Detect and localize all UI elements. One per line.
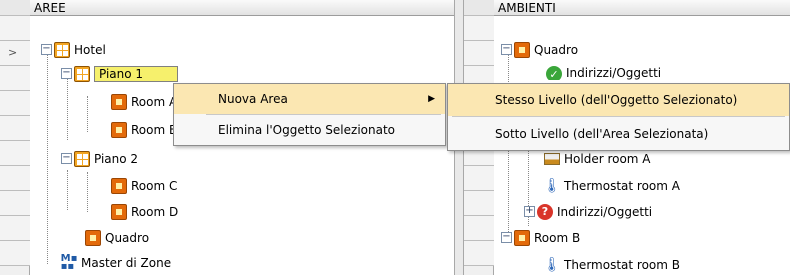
ambienti-column-header[interactable]: AMBIENTI (494, 0, 790, 16)
tree-label: Room C (131, 178, 178, 193)
check-icon: ✓ (546, 66, 562, 80)
holder-icon (544, 152, 560, 165)
tree-node-indirizzi-oggetti[interactable]: ✓ Indirizzi/Oggetti (546, 66, 661, 80)
collapse-toggle[interactable]: − (61, 68, 72, 79)
tree-node-thermostat-room-b[interactable]: 🌡 Thermostat room B (543, 252, 680, 277)
gutter-header (464, 0, 494, 16)
gutter-cell[interactable] (464, 166, 494, 191)
tree-label: Hotel (74, 42, 106, 57)
gutter-cell[interactable] (464, 241, 494, 266)
collapse-toggle[interactable]: − (41, 44, 52, 55)
gutter-cell[interactable] (0, 166, 30, 191)
gutter-cell[interactable] (0, 66, 30, 91)
tree-node-room-c[interactable]: Room C (111, 173, 177, 198)
tree-node-indirizzi-oggetti[interactable]: + ? Indirizzi/Oggetti (524, 199, 652, 224)
tree-label: Room B (534, 230, 581, 245)
gutter-cell[interactable] (0, 116, 30, 141)
tree-node-quadro[interactable]: Quadro (85, 225, 149, 250)
collapse-toggle[interactable]: − (501, 232, 512, 243)
menu-item-nuova-area[interactable]: Nuova Area ▶ (174, 84, 445, 114)
tree-node-room-d[interactable]: Room D (111, 199, 178, 224)
area-icon (111, 121, 127, 138)
context-menu: Nuova Area ▶ Elimina l'Oggetto Seleziona… (173, 83, 446, 146)
tree-node-room-a[interactable]: Room A (111, 89, 177, 114)
submenu-arrow-icon: ▶ (428, 94, 435, 104)
expand-toggle[interactable]: + (524, 206, 535, 217)
tree-label: Holder room A (564, 151, 651, 166)
row-gutter: > (0, 0, 30, 275)
tree-label: Thermostat room A (564, 178, 680, 193)
aree-column-header[interactable]: AREE (30, 0, 454, 16)
area-group-icon (74, 150, 90, 167)
area-icon (111, 93, 127, 110)
gutter-cell[interactable] (0, 191, 30, 216)
tree-node-hotel[interactable]: − Hotel (41, 37, 106, 62)
tree-label: Room B (131, 122, 178, 137)
gutter-cell[interactable] (0, 241, 30, 266)
tree-node-piano-1[interactable]: − Piano 1 (61, 61, 178, 86)
tree-node-room-b[interactable]: − Room B (501, 225, 580, 250)
current-row-marker: > (8, 46, 18, 59)
thermometer-icon: 🌡 (543, 177, 561, 194)
collapse-toggle[interactable]: − (501, 44, 512, 55)
tree-label: Room A (131, 94, 178, 109)
area-icon (85, 229, 101, 246)
submenu: Stesso Livello (dell'Oggetto Selezionato… (447, 83, 790, 151)
menu-item-label: Stesso Livello (dell'Oggetto Selezionato… (495, 93, 738, 107)
menu-item-label: Sotto Livello (dell'Area Selezionata) (495, 126, 709, 141)
gutter-cell[interactable] (464, 191, 494, 216)
gutter-cell[interactable] (464, 216, 494, 241)
gutter-cell[interactable] (464, 16, 494, 41)
tree-label: Master di Zone (81, 255, 172, 270)
master-zone-icon: M▪ ▪▪ (60, 252, 78, 272)
tree-node-master-di-zone[interactable]: M▪ ▪▪ Master di Zone (61, 250, 171, 275)
tree-label: Room D (131, 204, 179, 219)
area-group-icon (54, 41, 70, 58)
collapse-toggle[interactable]: − (61, 153, 72, 164)
menu-item-elimina[interactable]: Elimina l'Oggetto Selezionato (174, 115, 445, 145)
menu-item-label: Nuova Area (218, 92, 288, 106)
tree-label-selected: Piano 1 (94, 65, 178, 82)
gutter-cell-current[interactable]: > (0, 41, 30, 66)
tree-node-piano-2[interactable]: − Piano 2 (61, 146, 138, 171)
tree-node-quadro[interactable]: − Quadro (501, 37, 578, 62)
tree-label: Piano 2 (94, 151, 139, 166)
menu-item-label: Elimina l'Oggetto Selezionato (218, 123, 396, 137)
gutter-cell[interactable] (0, 216, 30, 241)
gutter-header (0, 0, 30, 16)
gutter-cell[interactable] (0, 141, 30, 166)
thermometer-icon: 🌡 (543, 256, 561, 273)
menu-item-stesso-livello[interactable]: Stesso Livello (dell'Oggetto Selezionato… (448, 84, 789, 116)
gutter-cell[interactable] (0, 16, 30, 41)
tree-label: Quadro (534, 42, 579, 57)
tree-node-thermostat-room-a[interactable]: 🌡 Thermostat room A (543, 173, 680, 198)
tree-label: Indirizzi/Oggetti (566, 66, 662, 80)
gutter-cell[interactable] (464, 41, 494, 66)
area-icon (111, 203, 127, 220)
area-icon (514, 229, 530, 246)
area-group-icon (74, 65, 90, 82)
area-icon (111, 177, 127, 194)
menu-item-sotto-livello[interactable]: Sotto Livello (dell'Area Selezionata) (448, 117, 789, 150)
tree-label: Quadro (105, 230, 150, 245)
gutter-cell[interactable] (0, 91, 30, 116)
question-icon: ? (537, 203, 553, 220)
area-icon (514, 41, 530, 58)
tree-label: Thermostat room B (564, 257, 680, 272)
tree-node-room-b[interactable]: Room B (111, 117, 177, 142)
tree-label: Indirizzi/Oggetti (557, 204, 653, 219)
